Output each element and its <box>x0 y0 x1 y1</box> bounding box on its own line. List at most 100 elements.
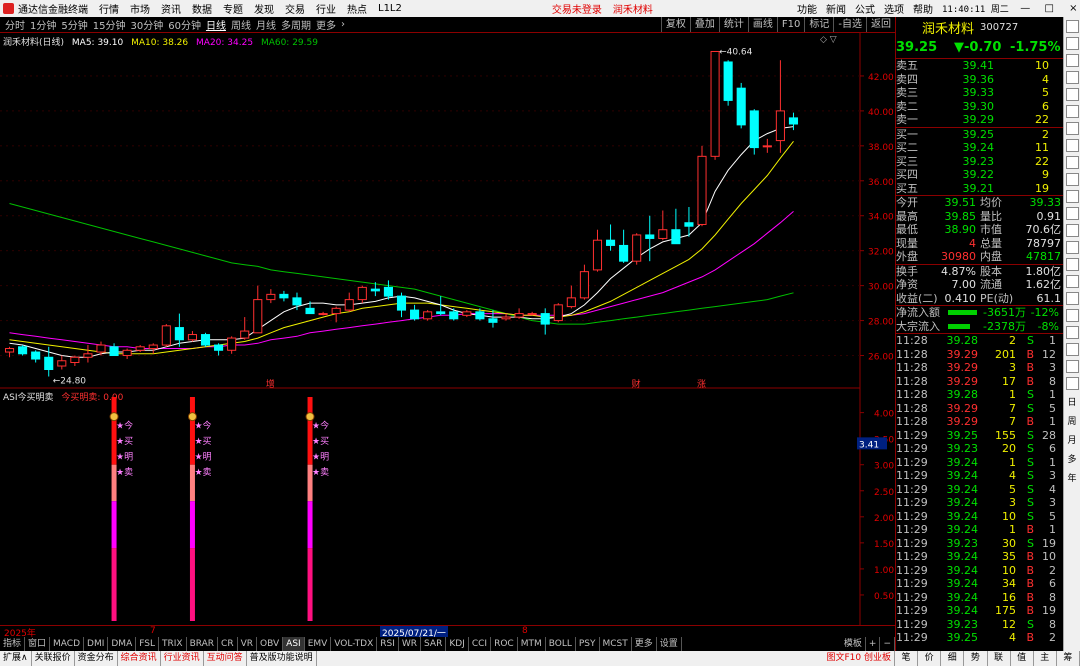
period-monthly[interactable]: 月线 <box>256 17 276 32</box>
f10-link[interactable]: 图文F10 创业板 <box>824 651 895 666</box>
quote-tab[interactable]: 筹 <box>1057 651 1080 666</box>
sidebar-tool-icon[interactable] <box>1066 241 1079 254</box>
tab-general-news[interactable]: 综合资讯 <box>118 651 161 666</box>
indicator-tab[interactable]: TRIX <box>159 637 187 651</box>
quote-tab[interactable]: 联 <box>988 651 1011 666</box>
sidebar-period-2[interactable]: 月 <box>1064 432 1080 451</box>
bid-row[interactable]: 买一 39.25 2 <box>896 128 1063 142</box>
sidebar-tool-icon[interactable] <box>1066 156 1079 169</box>
kline-chart[interactable]: 26.00 28.00 30.00 32.00 34.00 36.00 38.00 40.00… <box>0 33 895 389</box>
ask-row[interactable]: 卖四 39.36 4 <box>896 73 1063 87</box>
period-30min[interactable]: 30分钟 <box>130 17 163 32</box>
tab-related-quotes[interactable]: 关联报价 <box>32 651 75 666</box>
indicator-tab[interactable]: EMV <box>305 637 332 651</box>
menu-item-l1l2[interactable]: L1L2 <box>378 3 402 14</box>
sidebar-tool-icon[interactable] <box>1066 71 1079 84</box>
bid-row[interactable]: 买二 39.24 11 <box>896 141 1063 155</box>
period-more[interactable]: 更多 <box>316 17 336 32</box>
period-5min[interactable]: 5分钟 <box>61 17 87 32</box>
tick-list[interactable]: 11:28 39.28 2 S 1 11:28 39.29 201 B 12 11:28 39.29 3… <box>896 334 1063 645</box>
menu-news[interactable]: 新闻 <box>826 1 846 16</box>
tool-draw[interactable]: 画线 <box>747 17 777 32</box>
sidebar-tool-icon[interactable] <box>1066 377 1079 390</box>
sidebar-tool-icon[interactable] <box>1066 207 1079 220</box>
menu-item-trade[interactable]: 交易 <box>285 1 305 16</box>
indicator-tab[interactable]: 更多 <box>632 637 657 651</box>
indicator-tab[interactable]: 窗口 <box>25 637 51 651</box>
indicator-tab[interactable]: MCST <box>600 637 632 651</box>
sidebar-period-0[interactable]: 日 <box>1064 394 1080 413</box>
bid-row[interactable]: 买五 39.21 19 <box>896 182 1063 196</box>
indicator-tab[interactable]: WR <box>399 637 422 651</box>
indicator-tab[interactable]: OBV <box>257 637 284 651</box>
quote-tab[interactable]: 价 <box>918 651 942 666</box>
sidebar-tool-icon[interactable] <box>1066 224 1079 237</box>
period-15min[interactable]: 15分钟 <box>93 17 126 32</box>
indicator-tab[interactable]: MACD <box>50 637 85 651</box>
sidebar-tool-icon[interactable] <box>1066 309 1079 322</box>
period-1min[interactable]: 1分钟 <box>30 17 56 32</box>
sidebar-tool-icon[interactable] <box>1066 292 1079 305</box>
menu-item-data[interactable]: 数据 <box>192 1 212 16</box>
sidebar-tool-icon[interactable] <box>1066 139 1079 152</box>
indicator-tab[interactable]: SAR <box>421 637 447 651</box>
tool-stats[interactable]: 统计 <box>718 17 748 32</box>
sidebar-tool-icon[interactable] <box>1066 258 1079 271</box>
sidebar-tool-icon[interactable] <box>1066 20 1079 33</box>
period-60min[interactable]: 60分钟 <box>168 17 201 32</box>
tool-mark[interactable]: 标记 <box>804 17 833 32</box>
sidebar-tool-icon[interactable] <box>1066 343 1079 356</box>
indicator-tab[interactable]: FSL <box>136 637 159 651</box>
period-daily[interactable]: 日线 <box>206 17 226 32</box>
minimize-button[interactable]: — <box>1018 3 1033 14</box>
tool-back[interactable]: 返回 <box>866 17 895 32</box>
indicator-tab[interactable]: BRAR <box>187 637 219 651</box>
indicator-tab[interactable]: DMI <box>84 637 109 651</box>
login-status[interactable]: 交易未登录 <box>552 1 602 16</box>
indicator-tab[interactable]: 设置 <box>657 637 682 651</box>
indicator-tab[interactable]: CCI <box>469 637 492 651</box>
asi-indicator-chart[interactable]: 0.501.001.502.002.503.003.504.003.41★今★买… <box>0 389 895 625</box>
quote-tab[interactable]: 笔 <box>895 651 919 666</box>
indicator-tab[interactable]: VR <box>238 637 258 651</box>
tool-overlay[interactable]: 叠加 <box>689 17 719 32</box>
sidebar-tool-icon[interactable] <box>1066 190 1079 203</box>
sidebar-tool-icon[interactable] <box>1066 105 1079 118</box>
sidebar-period-4[interactable]: 年 <box>1064 470 1080 489</box>
period-more-arrow-icon[interactable]: › <box>341 19 345 30</box>
menu-item-market[interactable]: 市场 <box>130 1 150 16</box>
quote-tab[interactable]: 值 <box>1011 651 1034 666</box>
tool-adjust[interactable]: 复权 <box>660 17 690 32</box>
sidebar-period-3[interactable]: 多 <box>1064 451 1080 470</box>
ask-row[interactable]: 卖二 39.30 6 <box>896 100 1063 114</box>
menu-item-news[interactable]: 资讯 <box>161 1 181 16</box>
sidebar-tool-icon[interactable] <box>1066 54 1079 67</box>
period-multi[interactable]: 多周期 <box>281 17 311 32</box>
indicator-tab[interactable]: − <box>880 637 895 651</box>
sidebar-tool-icon[interactable] <box>1066 37 1079 50</box>
menu-help[interactable]: 帮助 <box>913 1 933 16</box>
sidebar-tool-icon[interactable] <box>1066 173 1079 186</box>
tab-industry-news[interactable]: 行业资讯 <box>161 651 204 666</box>
tab-edition-info[interactable]: 普及版功能说明 <box>247 651 317 666</box>
sidebar-tool-icon[interactable] <box>1066 275 1079 288</box>
tab-qa[interactable]: 互动问答 <box>204 651 247 666</box>
sidebar-tool-icon[interactable] <box>1066 88 1079 101</box>
indicator-tab[interactable]: PSY <box>576 637 600 651</box>
close-button[interactable]: × <box>1066 3 1080 14</box>
indicator-tab[interactable]: KDJ <box>446 637 469 651</box>
quote-tab[interactable]: 主 <box>1034 651 1057 666</box>
tool-f10[interactable]: F10 <box>776 17 804 32</box>
tool-watchlist[interactable]: -自选 <box>833 17 866 32</box>
ask-row[interactable]: 卖五 39.41 10 <box>896 59 1063 73</box>
indicator-tab[interactable]: VOL-TDX <box>331 637 378 651</box>
menu-item-quotes[interactable]: 行情 <box>99 1 119 16</box>
sidebar-tool-icon[interactable] <box>1066 122 1079 135</box>
indicator-tab[interactable]: 指标 <box>0 637 26 651</box>
indicator-tab[interactable]: 模板 <box>841 637 866 651</box>
bid-row[interactable]: 买四 39.22 9 <box>896 168 1063 182</box>
menu-item-industry[interactable]: 行业 <box>316 1 336 16</box>
indicator-tab[interactable]: RSI <box>377 637 399 651</box>
menu-item-discover[interactable]: 发现 <box>254 1 274 16</box>
menu-item-topics[interactable]: 专题 <box>223 1 243 16</box>
